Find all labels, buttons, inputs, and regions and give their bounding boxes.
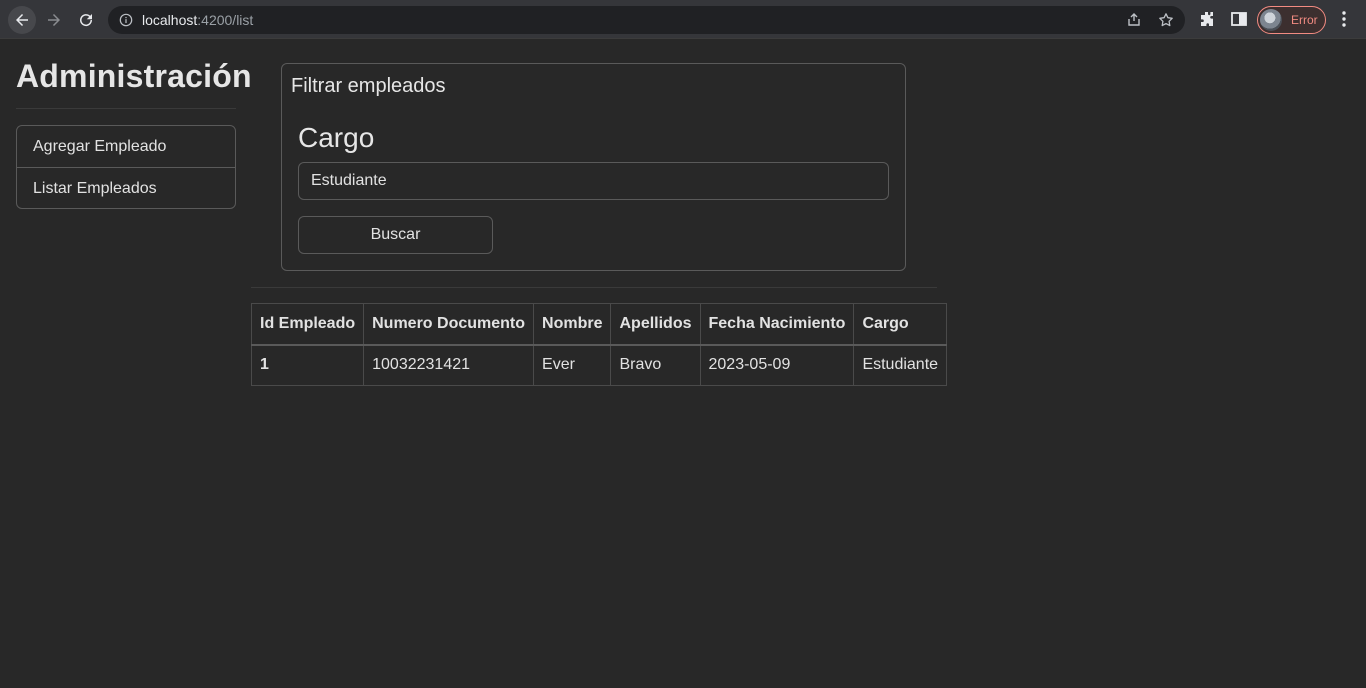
side-panel-icon[interactable]	[1230, 10, 1248, 28]
section-divider	[251, 287, 937, 288]
page-title: Administración	[16, 58, 252, 94]
cargo-input[interactable]	[298, 162, 889, 200]
back-button[interactable]	[8, 6, 36, 34]
browser-toolbar: localhost:4200/list Error	[0, 0, 1366, 39]
buscar-button[interactable]: Buscar	[298, 216, 493, 254]
filter-panel: Filtrar empleados Cargo Buscar	[281, 63, 906, 271]
table-cell: Ever	[533, 344, 612, 386]
table-cell: Bravo	[610, 344, 701, 386]
sidebar: Administración Agregar Empleado Listar E…	[16, 56, 252, 209]
sidebar-menu: Agregar Empleado Listar Empleados	[16, 125, 236, 209]
cargo-label: Cargo	[298, 122, 375, 153]
url-host: localhost	[142, 12, 198, 28]
forward-button[interactable]	[40, 6, 68, 34]
sidebar-divider	[16, 108, 236, 109]
column-header: Cargo	[853, 303, 948, 346]
bookmark-star-icon[interactable]	[1158, 12, 1174, 28]
info-icon[interactable]	[119, 13, 133, 27]
employees-table: Id Empleado Numero Documento Nombre Apel…	[250, 303, 948, 386]
address-bar[interactable]: localhost:4200/list	[108, 6, 1185, 34]
extensions-icon[interactable]	[1198, 10, 1216, 28]
table-cell: 10032231421	[363, 344, 535, 386]
arrow-left-icon	[16, 14, 28, 26]
reload-icon	[80, 14, 93, 27]
table-row: 1 10032231421 Ever Bravo 2023-05-09 Estu…	[250, 344, 948, 386]
avatar	[1260, 9, 1282, 31]
column-header: Fecha Nacimiento	[699, 303, 855, 346]
profile-error-label: Error	[1291, 13, 1318, 27]
profile-button[interactable]: Error	[1257, 6, 1326, 34]
share-icon[interactable]	[1126, 12, 1142, 28]
column-header: Nombre	[533, 303, 612, 346]
column-header: Apellidos	[610, 303, 701, 346]
table-cell: 2023-05-09	[699, 344, 855, 386]
table-cell: 1	[250, 344, 365, 386]
table-header-row: Id Empleado Numero Documento Nombre Apel…	[250, 303, 948, 346]
url-text: localhost:4200/list	[142, 12, 253, 28]
column-header: Id Empleado	[250, 303, 365, 346]
table-cell: Estudiante	[853, 344, 948, 386]
filter-title: Filtrar empleados	[291, 75, 446, 97]
arrow-right-icon	[48, 14, 60, 26]
column-header: Numero Documento	[363, 303, 535, 346]
reload-button[interactable]	[72, 6, 100, 34]
kebab-menu-icon[interactable]	[1336, 10, 1352, 28]
sidebar-item-agregar-empleado[interactable]: Agregar Empleado	[17, 126, 235, 167]
url-path: :4200/list	[197, 12, 254, 28]
sidebar-item-listar-empleados[interactable]: Listar Empleados	[17, 167, 235, 208]
